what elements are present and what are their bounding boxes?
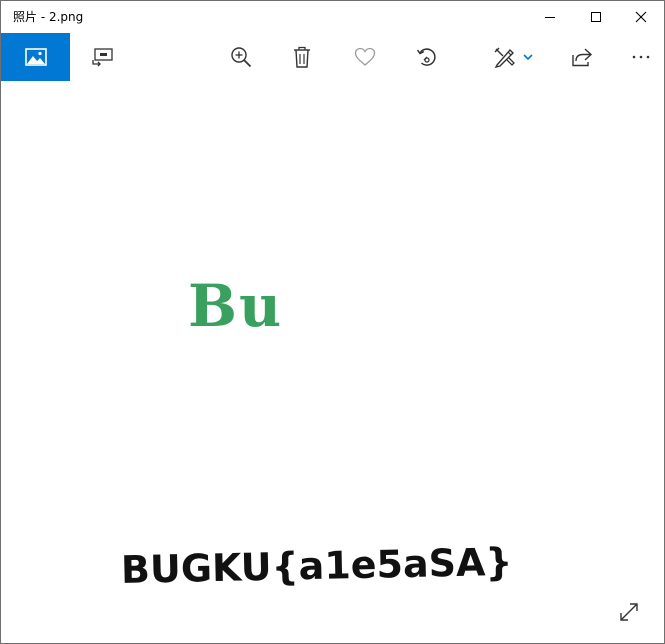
- delete-button[interactable]: [280, 33, 324, 81]
- trash-icon: [294, 46, 310, 68]
- photos-window: 照片 - 2.png Bu BUGKU{a1e5aSA}: [0, 0, 665, 644]
- more-options-button[interactable]: [619, 33, 663, 81]
- rotate-icon: [416, 48, 436, 66]
- title-bar[interactable]: 照片 - 2.png: [1, 1, 664, 33]
- expand-icon: [620, 603, 638, 621]
- image-logo-text: Bu: [188, 272, 284, 340]
- slideshow-icon: [92, 48, 113, 67]
- rotate-button[interactable]: [405, 33, 449, 81]
- zoom-button[interactable]: [219, 33, 263, 81]
- edit-create-button[interactable]: [485, 33, 541, 81]
- edit-create-icon: [494, 47, 515, 68]
- toolbar: [1, 33, 664, 81]
- fullscreen-button[interactable]: [613, 596, 645, 628]
- chevron-down-icon: [523, 54, 533, 61]
- share-button[interactable]: [560, 33, 604, 81]
- close-button[interactable]: [618, 1, 664, 33]
- zoom-in-icon: [231, 47, 252, 68]
- image-flag-text: BUGKU{a1e5aSA}: [120, 539, 513, 592]
- more-icon: [632, 55, 650, 59]
- photo-canvas[interactable]: Bu BUGKU{a1e5aSA}: [1, 81, 664, 643]
- image-icon: [24, 48, 47, 66]
- close-icon: [635, 11, 647, 23]
- heart-icon: [354, 47, 376, 66]
- maximize-button[interactable]: [573, 1, 619, 33]
- view-photo-button[interactable]: [1, 33, 70, 81]
- minimize-button[interactable]: [527, 1, 573, 33]
- maximize-icon: [591, 12, 601, 22]
- share-icon: [572, 48, 593, 67]
- window-title: 照片 - 2.png: [13, 10, 84, 24]
- slideshow-button[interactable]: [81, 33, 125, 81]
- favorite-button[interactable]: [343, 33, 387, 81]
- minimize-icon: [545, 17, 555, 18]
